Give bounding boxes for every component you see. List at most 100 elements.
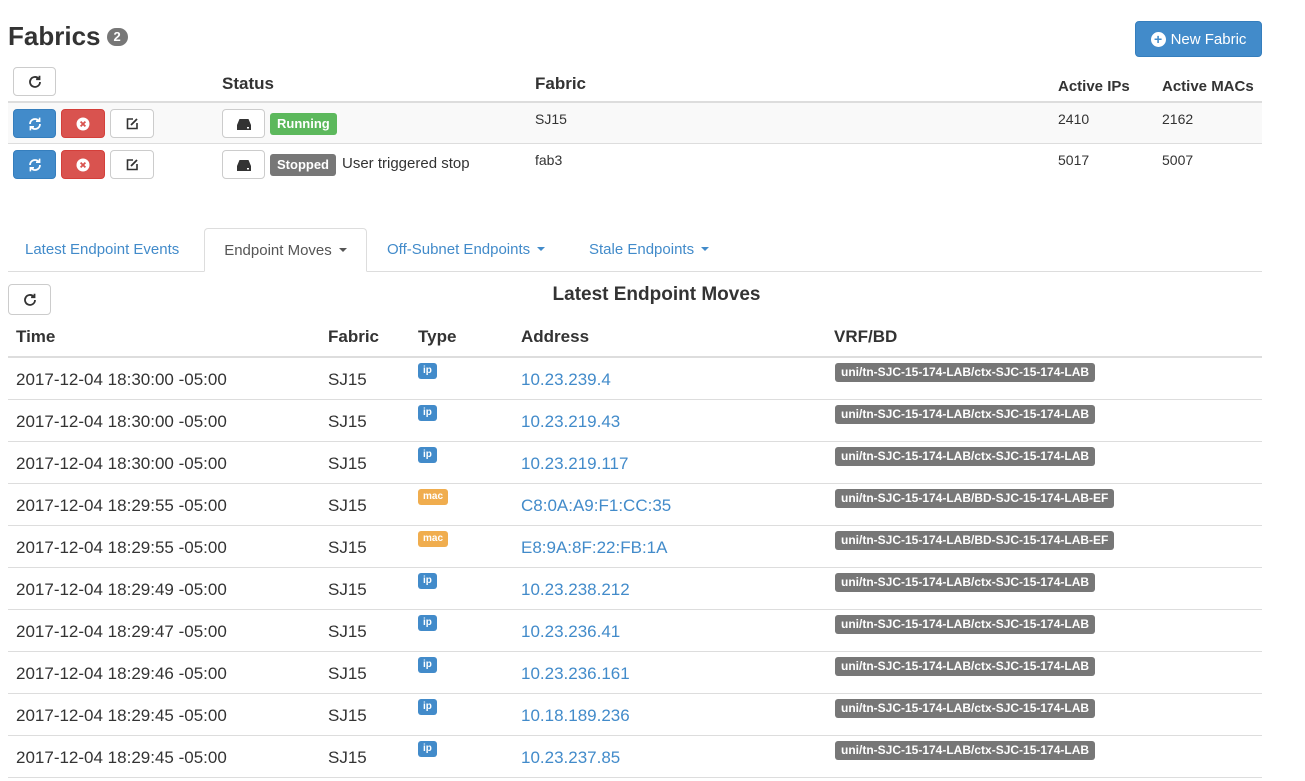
new-fabric-button[interactable]: + New Fabric — [1135, 21, 1262, 57]
fabric-column-header[interactable]: Fabric — [328, 327, 379, 347]
vrf-bd-badge: uni/tn-SJC-15-174-LAB/BD-SJC-15-174-LAB-… — [835, 489, 1115, 508]
tab-label: Latest Endpoint Events — [25, 241, 180, 258]
tab-off-subnet-endpoints[interactable]: Off-Subnet Endpoints — [387, 240, 546, 260]
address-link[interactable]: 10.23.236.161 — [521, 664, 630, 684]
table-row: 2017-12-04 18:30:00 -05:00 SJ15 ip 10.23… — [8, 442, 1262, 484]
table-row: 2017-12-04 18:29:47 -05:00 SJ15 ip 10.23… — [8, 610, 1262, 652]
move-fabric: SJ15 — [328, 496, 367, 515]
plus-circle-icon: + — [1150, 31, 1166, 47]
move-fabric: SJ15 — [328, 370, 367, 389]
fabric-drive-button[interactable] — [222, 109, 265, 138]
move-time: 2017-12-04 18:29:47 -05:00 — [16, 622, 227, 641]
move-time: 2017-12-04 18:29:46 -05:00 — [16, 664, 227, 683]
stop-circle-icon — [76, 117, 90, 130]
refresh-icon — [28, 158, 41, 171]
caret-down-icon — [338, 248, 347, 252]
caret-down-icon — [701, 247, 710, 251]
move-fabric: SJ15 — [328, 412, 367, 431]
tab-label: Endpoint Moves — [224, 241, 332, 259]
refresh-fabrics-button[interactable] — [13, 67, 56, 96]
move-time: 2017-12-04 18:30:00 -05:00 — [16, 370, 227, 389]
table-row: 2017-12-04 18:30:00 -05:00 SJ15 ip 10.23… — [8, 400, 1262, 442]
tabs-divider — [8, 271, 1262, 272]
edit-fabric-button[interactable] — [110, 150, 154, 179]
page-title: Fabrics 2 — [8, 18, 128, 54]
status-badge-stopped: Stopped — [270, 154, 336, 176]
address-link[interactable]: 10.18.189.236 — [521, 706, 630, 726]
page-title-text: Fabrics — [8, 21, 101, 51]
type-badge: ip — [418, 741, 437, 757]
address-link[interactable]: 10.23.236.41 — [521, 622, 620, 642]
address-link[interactable]: 10.23.237.85 — [521, 748, 620, 768]
refresh-icon — [23, 293, 36, 306]
refresh-icon — [28, 117, 41, 130]
stop-fabric-button[interactable] — [61, 109, 105, 138]
move-time: 2017-12-04 18:30:00 -05:00 — [16, 412, 227, 431]
hdd-icon — [236, 159, 251, 171]
table-row: 2017-12-04 18:30:00 -05:00 SJ15 ip 10.23… — [8, 358, 1262, 400]
active-ips-value: 2410 — [1058, 111, 1090, 127]
hdd-icon — [236, 118, 251, 130]
tab-latest-endpoint-events[interactable]: Latest Endpoint Events — [25, 240, 179, 260]
fabric-count-badge: 2 — [106, 28, 128, 46]
refresh-moves-button[interactable] — [8, 284, 51, 315]
active-macs-header: Active MACs — [1162, 78, 1254, 95]
address-link[interactable]: 10.23.219.117 — [521, 454, 628, 474]
address-link[interactable]: C8:0A:A9:F1:CC:35 — [521, 496, 671, 516]
vrf-bd-badge: uni/tn-SJC-15-174-LAB/ctx-SJC-15-174-LAB — [835, 741, 1096, 760]
type-badge: ip — [418, 363, 437, 379]
fabric-drive-button[interactable] — [222, 150, 265, 179]
move-fabric: SJ15 — [328, 454, 367, 473]
refresh-icon — [28, 75, 41, 88]
stop-fabric-button[interactable] — [61, 150, 105, 179]
active-macs-value: 5007 — [1162, 152, 1194, 168]
row-divider — [8, 143, 1262, 144]
type-badge: ip — [418, 699, 437, 715]
address-header[interactable]: Address — [521, 327, 589, 347]
active-ips-header: Active IPs — [1058, 78, 1130, 95]
vrf-bd-badge: uni/tn-SJC-15-174-LAB/ctx-SJC-15-174-LAB — [835, 405, 1096, 424]
move-time: 2017-12-04 18:30:00 -05:00 — [16, 454, 227, 473]
table-row: 2017-12-04 18:29:45 -05:00 SJ15 ip 10.23… — [8, 736, 1262, 778]
address-link[interactable]: 10.23.239.4 — [521, 370, 611, 390]
vrf-bd-badge: uni/tn-SJC-15-174-LAB/BD-SJC-15-174-LAB-… — [835, 531, 1115, 550]
edit-icon — [126, 158, 138, 170]
fabric-name: fab3 — [535, 152, 563, 168]
fabric-header: Fabric — [535, 74, 587, 93]
stop-circle-icon — [76, 158, 90, 171]
address-link[interactable]: 10.23.219.43 — [521, 412, 620, 432]
new-fabric-label: New Fabric — [1170, 30, 1247, 48]
vrf-bd-badge: uni/tn-SJC-15-174-LAB/ctx-SJC-15-174-LAB — [835, 447, 1096, 466]
tab-endpoint-moves[interactable]: Endpoint Moves — [204, 228, 367, 272]
move-fabric: SJ15 — [328, 748, 367, 767]
type-badge: mac — [418, 489, 449, 505]
vrf-bd-header[interactable]: VRF/BD — [834, 327, 897, 347]
move-fabric: SJ15 — [328, 706, 367, 725]
restart-fabric-button[interactable] — [13, 150, 56, 179]
move-time: 2017-12-04 18:29:55 -05:00 — [16, 538, 227, 557]
restart-fabric-button[interactable] — [13, 109, 56, 138]
move-time: 2017-12-04 18:29:45 -05:00 — [16, 748, 227, 767]
type-badge: ip — [418, 573, 437, 589]
type-badge: mac — [418, 531, 449, 547]
type-badge: ip — [418, 615, 437, 631]
address-link[interactable]: 10.23.238.212 — [521, 580, 630, 600]
active-ips-value: 5017 — [1058, 152, 1090, 168]
status-header: Status — [222, 74, 274, 93]
type-badge: ip — [418, 405, 437, 421]
tab-stale-endpoints[interactable]: Stale Endpoints — [589, 240, 710, 260]
vrf-bd-badge: uni/tn-SJC-15-174-LAB/ctx-SJC-15-174-LAB — [835, 615, 1096, 634]
vrf-bd-badge: uni/tn-SJC-15-174-LAB/ctx-SJC-15-174-LAB — [835, 363, 1096, 382]
move-time: 2017-12-04 18:29:49 -05:00 — [16, 580, 227, 599]
move-fabric: SJ15 — [328, 664, 367, 683]
status-badge-running: Running — [270, 113, 337, 135]
type-header[interactable]: Type — [418, 327, 456, 347]
vrf-bd-badge: uni/tn-SJC-15-174-LAB/ctx-SJC-15-174-LAB — [835, 573, 1096, 592]
time-header[interactable]: Time — [16, 327, 55, 347]
table-row: 2017-12-04 18:29:55 -05:00 SJ15 mac C8:0… — [8, 484, 1262, 526]
vrf-bd-badge: uni/tn-SJC-15-174-LAB/ctx-SJC-15-174-LAB — [835, 657, 1096, 676]
address-link[interactable]: E8:9A:8F:22:FB:1A — [521, 538, 667, 558]
table-row: 2017-12-04 18:29:55 -05:00 SJ15 mac E8:9… — [8, 526, 1262, 568]
fabric-name: SJ15 — [535, 111, 567, 127]
edit-fabric-button[interactable] — [110, 109, 154, 138]
